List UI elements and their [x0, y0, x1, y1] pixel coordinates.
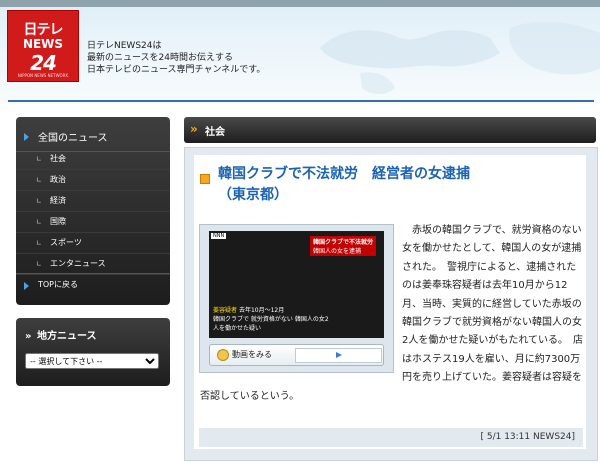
nav-item-politics[interactable]: ∟ 政治 [16, 170, 170, 191]
article-title-line: 韓国クラブで不法就労 経営者の女逮捕 [218, 166, 470, 182]
bullet-square-icon [200, 174, 210, 184]
tagline-line: 日テレNEWS24は [87, 41, 162, 51]
video-banner: 韓国クラブで不法就労 韓国人の女を逮捕 [309, 236, 376, 256]
region-select[interactable]: -- 選択して下さい -- [25, 353, 159, 369]
section-title: 社会 [205, 127, 225, 138]
video-banner-top: 韓国クラブで不法就労 [312, 239, 373, 246]
play-video-button[interactable]: 動画をみる [209, 344, 384, 366]
regional-news-box: » 地方ニュース -- 選択して下さい -- [16, 318, 170, 386]
article-timestamp: [ 5/1 13:11 NEWS24] [480, 432, 575, 442]
caption-text: 韓国クラブで 就労資格がない 韓国人の女2人を働かせた疑い [213, 316, 329, 332]
triangle-right-icon [24, 282, 29, 290]
article-title-line: （東京都） [218, 187, 288, 203]
corner-bracket-icon: ∟ [36, 260, 42, 268]
nav-item-international[interactable]: ∟ 国際 [16, 212, 170, 233]
corner-bracket-icon: ∟ [36, 197, 42, 205]
double-chevron-icon: » [25, 331, 32, 342]
nav-list: ∟ 社会 ∟ 政治 ∟ 経済 ∟ 国際 ∟ スポーツ ∟ エンタニュース [16, 149, 170, 275]
world-map-graphic [320, 21, 600, 94]
back-to-top-label: TOPに戻る [38, 280, 79, 289]
nav-item-label: 国際 [50, 217, 66, 226]
nav-heading[interactable]: 全国のニュース [16, 125, 170, 152]
nav-item-label: 経済 [50, 196, 66, 205]
section-header: » 社会 [184, 117, 596, 143]
corner-bracket-icon: ∟ [36, 239, 42, 247]
nav-item-label: スポーツ [50, 238, 82, 247]
nav-item-label: 政治 [50, 175, 66, 184]
corner-bracket-icon: ∟ [36, 176, 42, 184]
nav-heading-label: 全国のニュース [38, 133, 108, 144]
site-tagline: 日テレNEWS24は 最新のニュースを24時間お伝えする 日本テレビのニュース専… [87, 40, 265, 76]
corner-bracket-icon: ∟ [36, 155, 42, 163]
nav-item-label: 社会 [50, 154, 66, 163]
nav-back-to-top[interactable]: TOPに戻る [16, 273, 170, 300]
logo-subtext: NIPPON NEWS NETWORK [17, 73, 69, 78]
logo-text-line2: NEWS [22, 37, 64, 51]
tagline-line: 日本テレビのニュース専門チャンネルです。 [87, 65, 266, 75]
article-footer: [ 5/1 13:11 NEWS24] [199, 428, 583, 447]
tagline-line: 最新のニュースを24時間お伝えする [87, 53, 234, 63]
play-arrow-icon[interactable] [295, 348, 382, 363]
nav-item-entertainment[interactable]: ∟ エンタニュース [16, 254, 170, 275]
logo-text-line3: 24 [30, 51, 57, 75]
video-banner-bottom: 韓国人の女を逮捕 [312, 248, 361, 255]
nav-item-sports[interactable]: ∟ スポーツ [16, 233, 170, 254]
article-title: 韓国クラブで不法就労 経営者の女逮捕 （東京都） [218, 164, 548, 206]
nav-item-society[interactable]: ∟ 社会 [16, 149, 170, 170]
video-caption: 姜容疑者 去年10月～12月 韓国クラブで 就労資格がない 韓国人の女2人を働か… [213, 305, 333, 332]
nav-item-economy[interactable]: ∟ 経済 [16, 191, 170, 212]
video-panel: NNN 韓国クラブで不法就労 韓国人の女を逮捕 姜容疑者 去年10月～12月 韓… [199, 224, 394, 373]
regional-heading-label: 地方ニュース [36, 331, 97, 342]
triangle-right-icon [24, 133, 29, 141]
caption-date: 去年10月～12月 [238, 307, 285, 314]
site-header: 日テレ NEWS 24 NIPPON NEWS NETWORK 日テレNEWS2… [0, 0, 600, 104]
logo-text-line1: 日テレ [23, 22, 64, 38]
corner-bracket-icon: ∟ [36, 218, 42, 226]
video-thumbnail[interactable]: NNN 韓国クラブで不法就労 韓国人の女を逮捕 姜容疑者 去年10月～12月 韓… [209, 231, 384, 338]
caption-name: 姜容疑者 [213, 307, 238, 314]
play-circle-icon [217, 349, 229, 361]
play-video-label: 動画をみる [232, 350, 272, 359]
regional-heading: » 地方ニュース [25, 327, 96, 342]
header-divider [8, 100, 594, 102]
double-chevron-icon: » [190, 122, 198, 136]
nav-item-label: エンタニュース [50, 259, 106, 268]
article-content: 韓国クラブで不法就労 経営者の女逮捕 （東京都） 赤坂の韓国クラブで、就労資格の… [194, 155, 586, 449]
article-panel: 韓国クラブで不法就労 経営者の女逮捕 （東京都） 赤坂の韓国クラブで、就労資格の… [184, 147, 598, 461]
broadcaster-logo: NNN [211, 233, 227, 239]
national-news-nav: 全国のニュース ∟ 社会 ∟ 政治 ∟ 経済 ∟ 国際 ∟ スポーツ ∟ エンタニュース T… [16, 117, 170, 305]
ntv-news24-logo[interactable]: 日テレ NEWS 24 NIPPON NEWS NETWORK [7, 10, 79, 82]
